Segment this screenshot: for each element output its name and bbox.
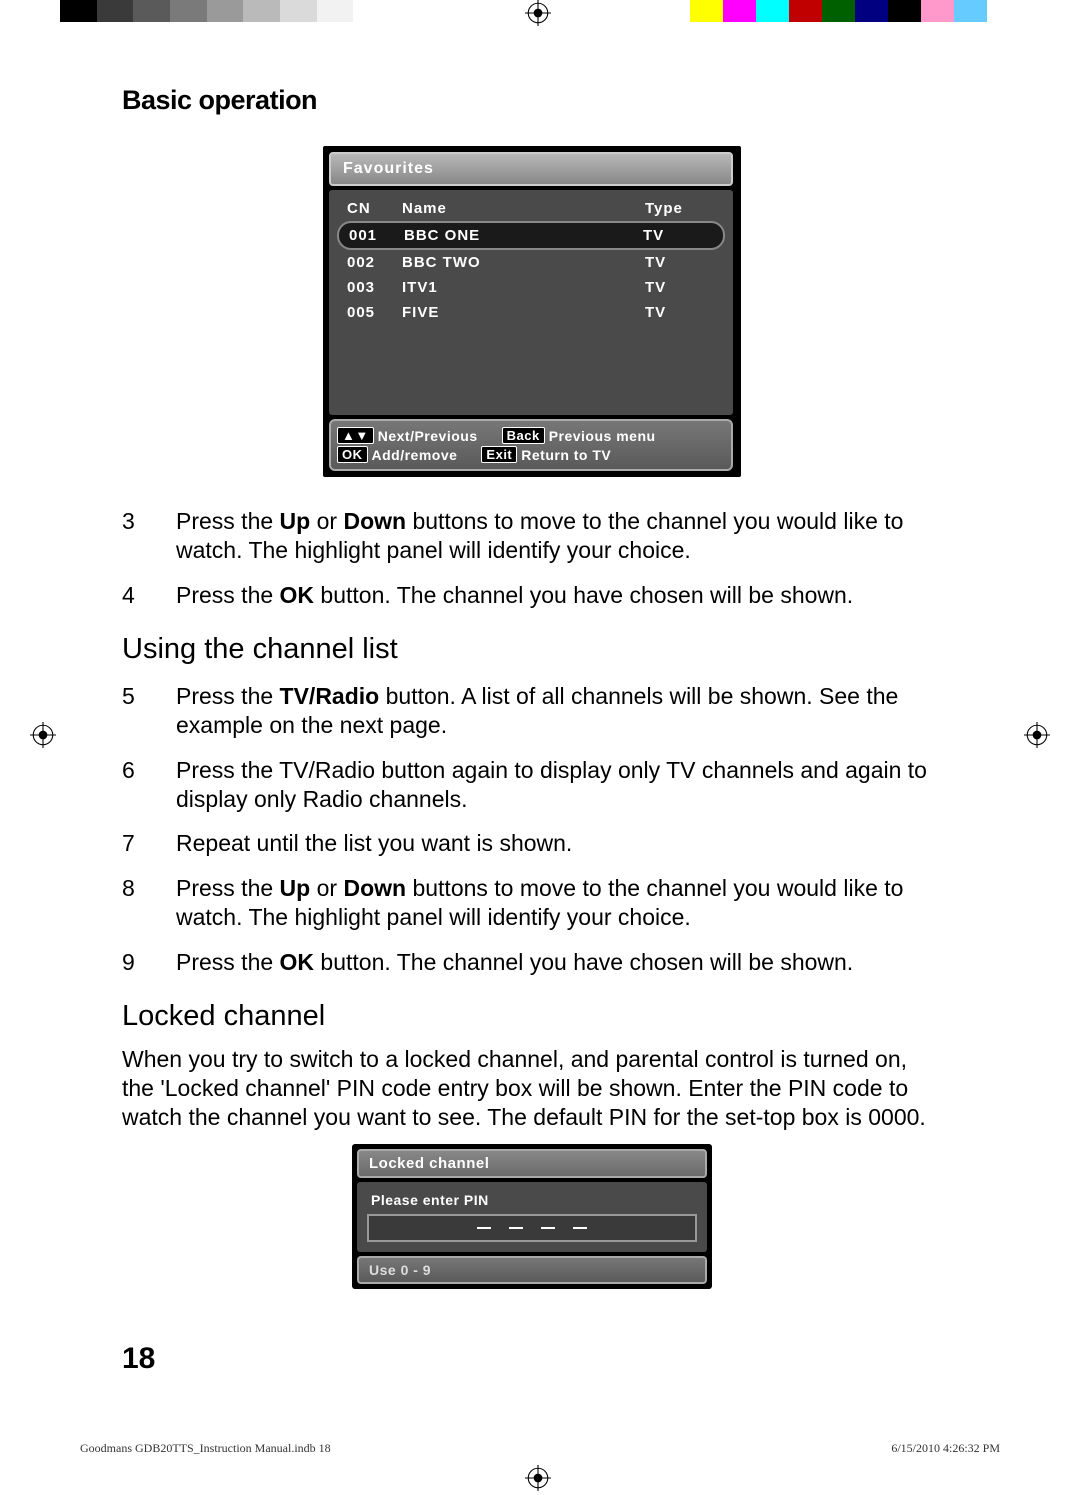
- favourites-title: Favourites: [329, 152, 733, 186]
- registration-mark-icon: [525, 1465, 551, 1491]
- instruction-step: 7 Repeat until the list you want is shown…: [122, 829, 942, 858]
- step-text: Press the TV/Radio button again to displ…: [176, 756, 942, 814]
- locked-channel-osd: Locked channel Please enter PIN Use 0 - …: [352, 1144, 712, 1289]
- instruction-step: 5 Press the TV/Radio button. A list of al…: [122, 682, 942, 740]
- favourites-osd: Favourites CN Name Type 001BBC ONETV002B…: [323, 146, 741, 477]
- cell-name: FIVE: [402, 304, 645, 321]
- locked-paragraph: When you try to switch to a locked chann…: [122, 1045, 942, 1131]
- step-text: Press the OK button. The channel you hav…: [176, 581, 942, 610]
- nav-label: Next/Previous: [378, 428, 478, 444]
- registration-mark-icon: [1024, 722, 1050, 748]
- step-number: 7: [122, 829, 140, 858]
- step-number: 5: [122, 682, 140, 740]
- cell-type: TV: [643, 227, 713, 244]
- ok-key-icon: OK: [337, 446, 368, 463]
- favourites-footer: ▲▼ Next/Previous Back Previous menu OK A…: [329, 419, 733, 471]
- step-text: Press the TV/Radio button. A list of all…: [176, 682, 942, 740]
- step-text: Press the Up or Down buttons to move to …: [176, 874, 942, 932]
- column-header-name: Name: [402, 200, 645, 217]
- cell-cn: 001: [349, 227, 404, 244]
- print-marks-bottom: [0, 1461, 1080, 1491]
- cell-name: BBC TWO: [402, 254, 645, 271]
- cell-name: BBC ONE: [404, 227, 643, 244]
- cell-type: TV: [645, 304, 715, 321]
- cell-name: ITV1: [402, 279, 645, 296]
- pin-hint: Use 0 - 9: [357, 1256, 707, 1284]
- back-label: Previous menu: [549, 428, 656, 444]
- instruction-step: 4 Press the OK button. The channel you ha…: [122, 581, 942, 610]
- step-number: 8: [122, 874, 140, 932]
- column-header-type: Type: [645, 200, 715, 217]
- print-marks-top: [0, 0, 1080, 30]
- page-title: Basic operation: [122, 85, 942, 116]
- instruction-step: 6 Press the TV/Radio button again to disp…: [122, 756, 942, 814]
- column-header-cn: CN: [347, 200, 402, 217]
- step-text: Press the Up or Down buttons to move to …: [176, 507, 942, 565]
- page-number: 18: [122, 1342, 155, 1376]
- cell-type: TV: [645, 254, 715, 271]
- subheading-locked: Locked channel: [122, 1000, 942, 1033]
- cell-cn: 005: [347, 304, 402, 321]
- favourites-list: CN Name Type 001BBC ONETV002BBC TWOTV003…: [329, 190, 733, 415]
- exit-key-icon: Exit: [481, 446, 517, 463]
- step-number: 6: [122, 756, 140, 814]
- cell-type: TV: [645, 279, 715, 296]
- page-content: Basic operation Favourites CN Name Type …: [122, 85, 942, 1289]
- registration-mark-icon: [525, 0, 551, 26]
- locked-title: Locked channel: [357, 1149, 707, 1178]
- exit-label: Return to TV: [521, 447, 611, 463]
- subheading-channel-list: Using the channel list: [122, 633, 942, 666]
- table-row[interactable]: 001BBC ONETV: [337, 221, 725, 250]
- step-text: Repeat until the list you want is shown.: [176, 829, 942, 858]
- instruction-step: 8 Press the Up or Down buttons to move to…: [122, 874, 942, 932]
- grayscale-bar: [60, 0, 390, 22]
- step-text: Press the OK button. The channel you hav…: [176, 948, 942, 977]
- step-number: 4: [122, 581, 140, 610]
- registration-mark-icon: [30, 722, 56, 748]
- table-row[interactable]: 003ITV1TV: [337, 275, 725, 300]
- footer-filename: Goodmans GDB20TTS_Instruction Manual.ind…: [80, 1441, 331, 1456]
- step-number: 9: [122, 948, 140, 977]
- instruction-step: 9 Press the OK button. The channel you ha…: [122, 948, 942, 977]
- nav-key-icon: ▲▼: [337, 427, 374, 444]
- pin-input[interactable]: [367, 1214, 697, 1242]
- cell-cn: 002: [347, 254, 402, 271]
- table-row[interactable]: 002BBC TWOTV: [337, 250, 725, 275]
- pin-prompt: Please enter PIN: [367, 1192, 697, 1208]
- instruction-step: 3 Press the Up or Down buttons to move to…: [122, 507, 942, 565]
- step-number: 3: [122, 507, 140, 565]
- back-key-icon: Back: [502, 427, 545, 444]
- cell-cn: 003: [347, 279, 402, 296]
- ok-label: Add/remove: [372, 447, 458, 463]
- footer-timestamp: 6/15/2010 4:26:32 PM: [891, 1441, 1000, 1456]
- table-row[interactable]: 005FIVETV: [337, 300, 725, 325]
- color-bar: [690, 0, 1020, 22]
